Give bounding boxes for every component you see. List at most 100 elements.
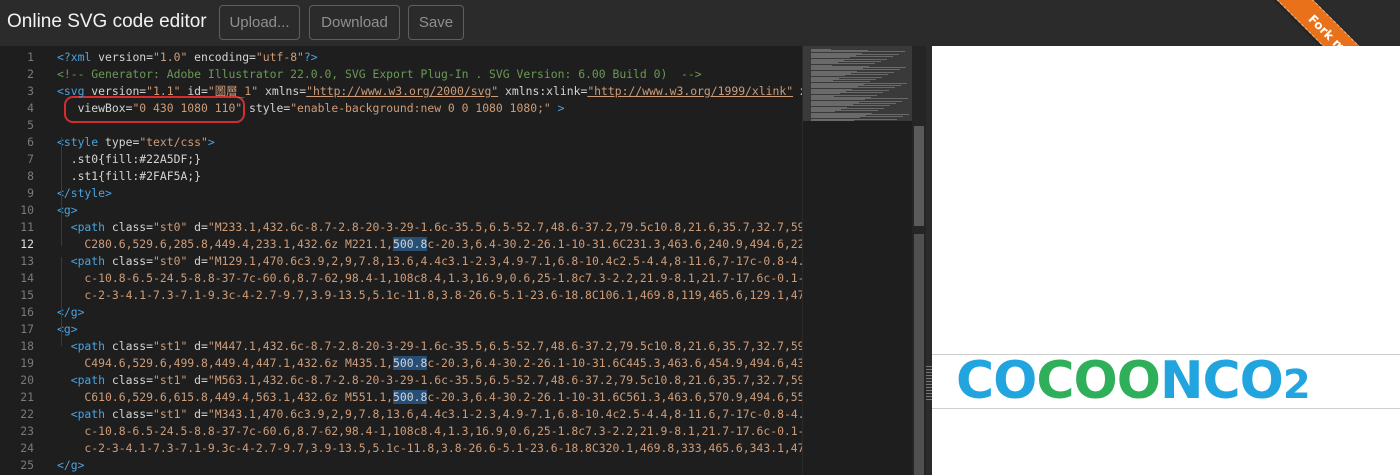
code-token: <path bbox=[57, 373, 112, 387]
line-number: 8 bbox=[27, 169, 34, 183]
code-line[interactable]: <!-- Generator: Adobe Illustrator 22.0.0… bbox=[57, 66, 802, 83]
line-number: 16 bbox=[20, 305, 34, 319]
editor-minimap[interactable] bbox=[802, 46, 913, 475]
code-token: id= bbox=[180, 84, 208, 98]
logo-letters: CO bbox=[956, 351, 1037, 411]
code-line[interactable]: c-2-3-4.1-7.3-7.1-9.3c-4-2.7-9.7,3.9-13.… bbox=[57, 287, 802, 304]
code-token: class= bbox=[111, 407, 154, 421]
scrollbar-track-region bbox=[914, 234, 924, 475]
code-line[interactable]: .st0{fill:#22A5DF;} bbox=[57, 151, 802, 168]
line-number: 10 bbox=[20, 203, 34, 217]
code-line[interactable]: viewBox="0 430 1080 110" style="enable-b… bbox=[57, 100, 802, 117]
code-line[interactable]: C280.6,529.6,285.8,449.4,233.1,432.6z M2… bbox=[57, 236, 802, 253]
code-line[interactable]: c-10.8-6.5-24.5-8.8-37-7c-60.6,8.7-62,98… bbox=[57, 423, 802, 440]
line-number: 11 bbox=[20, 220, 34, 234]
indent-guide bbox=[61, 257, 62, 346]
line-number: 5 bbox=[27, 118, 34, 132]
code-line[interactable]: c-10.8-6.5-24.5-8.8-37-7c-60.6,8.7-62,98… bbox=[57, 270, 802, 287]
line-number: 20 bbox=[20, 373, 34, 387]
code-token: viewBox= bbox=[57, 101, 133, 115]
code-line[interactable]: <g> bbox=[57, 202, 802, 219]
code-line[interactable]: C610.6,529.6,615.8,449.4,563.1,432.6z M5… bbox=[57, 389, 802, 406]
line-number: 1 bbox=[27, 50, 34, 64]
line-number: 21 bbox=[20, 390, 34, 404]
code-token: class= bbox=[111, 220, 154, 234]
code-token: "enable-background:new 0 0 1080 1080;" bbox=[290, 101, 551, 115]
code-token: C494.6,529.6,499.8,449.4,447.1,432.6z M4… bbox=[57, 356, 394, 370]
code-token: "st1" bbox=[153, 373, 188, 387]
code-token: C610.6,529.6,615.8,449.4,563.1,432.6z M5… bbox=[57, 390, 394, 404]
code-line[interactable]: .st1{fill:#2FAF5A;} bbox=[57, 168, 802, 185]
line-number: 3 bbox=[27, 84, 34, 98]
code-token: 500.8 bbox=[393, 237, 428, 251]
code-line[interactable]: c-2-3-4.1-7.3-7.1-9.3c-4-2.7-9.7,3.9-13.… bbox=[57, 440, 802, 457]
code-token: "st0" bbox=[153, 220, 188, 234]
code-token: "M563.1,432.6c-8.7-2.8-20-3-29-1.6c-35.5… bbox=[207, 373, 802, 387]
logo-letters: COO bbox=[1036, 351, 1161, 411]
code-token: <path bbox=[57, 339, 112, 353]
code-token: "utf-8" bbox=[255, 50, 304, 64]
scrollbar-thumb[interactable] bbox=[914, 126, 924, 226]
line-number: 4 bbox=[27, 101, 34, 115]
code-line[interactable]: </g> bbox=[57, 457, 802, 474]
code-token: "st0" bbox=[153, 254, 188, 268]
code-token: d= bbox=[187, 373, 208, 387]
app-title: Online SVG code editor bbox=[7, 11, 207, 32]
line-number: 2 bbox=[27, 67, 34, 81]
code-token: .st1{fill:#2FAF5A;} bbox=[57, 169, 202, 183]
code-line[interactable]: <style type="text/css"> bbox=[57, 134, 802, 151]
code-token: x=" bbox=[793, 84, 802, 98]
code-token: xmlns= bbox=[258, 84, 307, 98]
code-token: C280.6,529.6,285.8,449.4,233.1,432.6z M2… bbox=[57, 237, 394, 251]
code-token: "1.0" bbox=[153, 50, 188, 64]
code-line[interactable]: C494.6,529.6,499.8,449.4,447.1,432.6z M4… bbox=[57, 355, 802, 372]
code-line[interactable]: <path class="st1" d="M447.1,432.6c-8.7-2… bbox=[57, 338, 802, 355]
code-line[interactable]: <path class="st1" d="M563.1,432.6c-8.7-2… bbox=[57, 372, 802, 389]
code-token: <path bbox=[57, 254, 112, 268]
code-token: > bbox=[207, 135, 215, 149]
code-token: "M343.1,470.6c3.9,2,9,7.8,13.6,4.4c3.1-2… bbox=[207, 407, 802, 421]
code-line[interactable]: </style> bbox=[57, 185, 802, 202]
code-token: c-10.8-6.5-24.5-8.8-37-7c-60.6,8.7-62,98… bbox=[57, 271, 802, 285]
code-line[interactable]: <path class="st0" d="M233.1,432.6c-8.7-2… bbox=[57, 219, 802, 236]
code-token: class= bbox=[111, 254, 154, 268]
code-token: <path bbox=[57, 220, 112, 234]
code-token: "M447.1,432.6c-8.7-2.8-20-3-29-1.6c-35.5… bbox=[207, 339, 802, 353]
top-bar: Online SVG code editor Upload... Downloa… bbox=[0, 0, 1400, 46]
code-line[interactable]: </g> bbox=[57, 304, 802, 321]
code-line[interactable]: <g> bbox=[57, 321, 802, 338]
code-token: c-10.8-6.5-24.5-8.8-37-7c-60.6,8.7-62,98… bbox=[57, 424, 802, 438]
svg-render-area: COCOONCO2 bbox=[932, 351, 1400, 411]
editor-scrollbar[interactable] bbox=[912, 46, 926, 475]
code-token: <?xml bbox=[57, 50, 99, 64]
line-number: 12 bbox=[20, 237, 34, 251]
code-token: style= bbox=[242, 101, 291, 115]
upload-button[interactable]: Upload... bbox=[219, 5, 300, 40]
line-number: 18 bbox=[20, 339, 34, 353]
code-line[interactable]: <path class="st1" d="M343.1,470.6c3.9,2,… bbox=[57, 406, 802, 423]
code-token: class= bbox=[111, 339, 154, 353]
minimap-line bbox=[811, 119, 854, 121]
code-token: 500.8 bbox=[393, 390, 428, 404]
code-token: c-2-3-4.1-7.3-7.1-9.3c-4-2.7-9.7,3.9-13.… bbox=[57, 288, 802, 302]
code-line[interactable]: <svg version="1.1" id="圖層_1" xmlns="http… bbox=[57, 83, 802, 100]
code-line[interactable] bbox=[57, 117, 802, 134]
code-token: class= bbox=[111, 373, 154, 387]
line-number: 17 bbox=[20, 322, 34, 336]
line-number: 25 bbox=[20, 458, 34, 472]
line-number: 22 bbox=[20, 407, 34, 421]
code-line[interactable]: <path class="st0" d="M129.1,470.6c3.9,2,… bbox=[57, 253, 802, 270]
code-editor[interactable]: 1 <?xml version="1.0" encoding="utf-8"?> 2… bbox=[0, 46, 802, 475]
line-number: 9 bbox=[27, 186, 34, 200]
line-number: 24 bbox=[20, 441, 34, 455]
code-token: "st1" bbox=[153, 339, 188, 353]
code-token: 500.8 bbox=[393, 356, 428, 370]
logo-letters: 2 bbox=[1282, 362, 1311, 408]
save-button[interactable]: Save bbox=[408, 5, 464, 40]
code-token: "0 430 1080 110" bbox=[132, 101, 243, 115]
download-button[interactable]: Download bbox=[309, 5, 400, 40]
code-token: "圖層_1" bbox=[207, 84, 259, 98]
code-token: d= bbox=[187, 220, 208, 234]
code-token: c-20.3,6.4-30.2-26.1-10-31.6C561.3,463.6… bbox=[427, 390, 802, 404]
code-line[interactable]: <?xml version="1.0" encoding="utf-8"?> bbox=[57, 49, 802, 66]
